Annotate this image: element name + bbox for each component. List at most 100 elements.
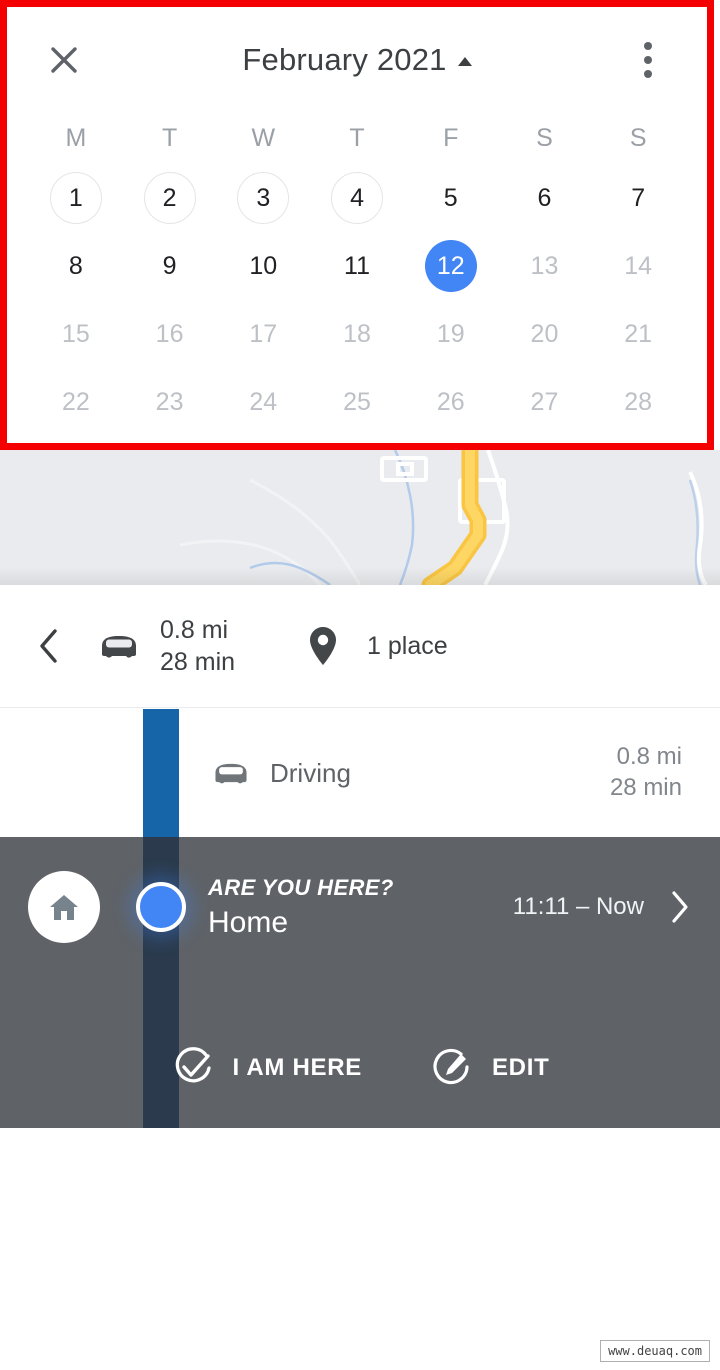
edit-circle-icon xyxy=(433,1048,469,1085)
calendar-day[interactable]: 22 xyxy=(50,376,102,428)
summary-distance: 0.8 mi xyxy=(160,616,229,644)
calendar-cell: 26 xyxy=(404,368,498,436)
calendar-week-row: 1234567 xyxy=(29,164,685,232)
weekday-label: F xyxy=(443,123,459,152)
calendar-cell: 16 xyxy=(123,300,217,368)
travel-summary[interactable]: 0.8 mi 28 min xyxy=(96,614,235,678)
weekday-label: T xyxy=(349,123,365,152)
calendar-day[interactable]: 9 xyxy=(144,240,196,292)
calendar-day[interactable]: 23 xyxy=(144,376,196,428)
calendar-header: February 2021 xyxy=(7,7,707,112)
calendar-day[interactable]: 17 xyxy=(237,308,289,360)
location-dot-icon xyxy=(136,882,186,932)
visit-details-button[interactable] xyxy=(670,890,690,924)
calendar-day[interactable]: 27 xyxy=(518,376,570,428)
summary-duration: 28 min xyxy=(160,648,236,676)
map-graphic xyxy=(0,450,720,585)
calendar-cell: 3 xyxy=(216,164,310,232)
calendar-day[interactable]: 1 xyxy=(49,172,102,224)
calendar-day[interactable]: 7 xyxy=(612,172,664,224)
map-bottom-shadow xyxy=(0,567,720,585)
calendar-week-row: 22 23 24 25 26 27 28 xyxy=(29,368,685,436)
calendar-cell: 24 xyxy=(216,368,310,436)
car-icon xyxy=(102,636,136,658)
calendar-day[interactable]: 4 xyxy=(331,172,384,224)
calendar-day[interactable]: 20 xyxy=(518,308,570,360)
weekday-label: T xyxy=(161,123,178,152)
calendar-cell: 17 xyxy=(216,300,310,368)
calendar-day[interactable]: 8 xyxy=(50,240,102,292)
calendar-cell: 12 xyxy=(404,232,498,300)
calendar-cell: 21 xyxy=(591,300,685,368)
chevron-left-icon xyxy=(40,629,57,663)
calendar-day[interactable]: 24 xyxy=(237,376,289,428)
calendar-cell: 14 xyxy=(591,232,685,300)
visit-action-bar: I AM HERE EDIT xyxy=(0,1046,720,1090)
calendar-grid: MTWTFSS 1 2 3 4 5 6 7 8 9 10 11 12 13 14 15 16 17 18 19 20 2… xyxy=(7,112,707,436)
calendar-cell: 22 xyxy=(29,368,123,436)
calendar-highlight-box: February 2021 MTWTFSS 1 2 3 4 5 6 7 8 9 10 11 12 13 1… xyxy=(0,0,714,450)
close-button[interactable] xyxy=(43,39,85,81)
calendar-cell: 4 xyxy=(310,164,404,232)
calendar-day[interactable]: 13 xyxy=(518,240,570,292)
calendar-day[interactable]: 21 xyxy=(612,308,664,360)
caret-up-icon xyxy=(457,56,472,66)
calendar-day-selected[interactable]: 12 xyxy=(424,240,477,292)
weekday-label: S xyxy=(629,123,647,152)
weekday-label: S xyxy=(536,123,553,152)
calendar-day[interactable]: 2 xyxy=(143,172,196,224)
calendar-cell: 28 xyxy=(591,368,685,436)
visit-confirmation-panel: ARE YOU HERE? Home 11:11 – Now I AM HERE xyxy=(0,837,720,1128)
driving-duration: 28 min xyxy=(609,774,682,801)
calendar-day[interactable]: 11 xyxy=(331,240,383,292)
driving-row[interactable]: Driving 0.8 mi 28 min xyxy=(0,709,720,837)
home-avatar xyxy=(28,871,100,943)
app-screen: 0.8 mi 28 min 1 place Driving 0.8 mi 28 … xyxy=(0,0,720,1370)
calendar-cell: 13 xyxy=(498,232,592,300)
calendar-cell: 8 xyxy=(29,232,123,300)
are-you-here-prompt: ARE YOU HERE? xyxy=(208,874,394,900)
calendar-cell: 2 xyxy=(123,164,217,232)
map-preview[interactable] xyxy=(0,450,720,585)
driving-distance: 0.8 mi xyxy=(616,743,682,771)
calendar-day[interactable]: 19 xyxy=(425,308,477,360)
edit-label: EDIT xyxy=(491,1054,550,1081)
calendar-day[interactable]: 26 xyxy=(425,376,477,428)
i-am-here-button[interactable]: I AM HERE xyxy=(171,1046,362,1090)
overflow-menu-icon xyxy=(644,69,652,78)
calendar-week-row: 8 9 10 11 12 13 14 xyxy=(29,232,685,300)
car-icon xyxy=(215,763,247,784)
calendar-cell: 1 xyxy=(29,164,123,232)
calendar-day[interactable]: 5 xyxy=(425,172,477,224)
calendar-cell: 18 xyxy=(310,300,404,368)
calendar-cell: 20 xyxy=(498,300,592,368)
calendar-day[interactable]: 16 xyxy=(144,308,196,360)
calendar-day[interactable]: 14 xyxy=(612,240,664,292)
calendar-day[interactable]: 6 xyxy=(518,172,570,224)
calendar-day[interactable]: 18 xyxy=(331,308,383,360)
home-icon xyxy=(50,895,78,920)
calendar-day[interactable]: 15 xyxy=(50,308,102,360)
weekday-label: M xyxy=(65,123,87,152)
overflow-menu-button[interactable] xyxy=(627,39,669,81)
i-am-here-label: I AM HERE xyxy=(232,1054,362,1081)
visit-row[interactable]: ARE YOU HERE? Home 11:11 – Now xyxy=(0,837,720,977)
edit-button[interactable]: EDIT xyxy=(430,1046,549,1090)
check-circle-icon xyxy=(175,1047,211,1083)
calendar-day[interactable]: 10 xyxy=(237,240,289,292)
calendar-day[interactable]: 25 xyxy=(331,376,383,428)
calendar-cell: 7 xyxy=(591,164,685,232)
back-button[interactable] xyxy=(0,628,96,664)
timeline-segment xyxy=(143,709,179,837)
month-selector[interactable]: February 2021 xyxy=(242,41,472,78)
calendar-cell: 5 xyxy=(404,164,498,232)
month-title: February 2021 xyxy=(242,41,447,77)
calendar-day[interactable]: 28 xyxy=(612,376,664,428)
overflow-menu-icon xyxy=(644,55,652,64)
calendar-cell: 23 xyxy=(123,368,217,436)
place-summary[interactable]: 1 place xyxy=(307,625,448,667)
calendar-day[interactable]: 3 xyxy=(237,172,290,224)
calendar-cell: 25 xyxy=(310,368,404,436)
overflow-menu-icon xyxy=(644,41,652,50)
calendar-cell: 15 xyxy=(29,300,123,368)
